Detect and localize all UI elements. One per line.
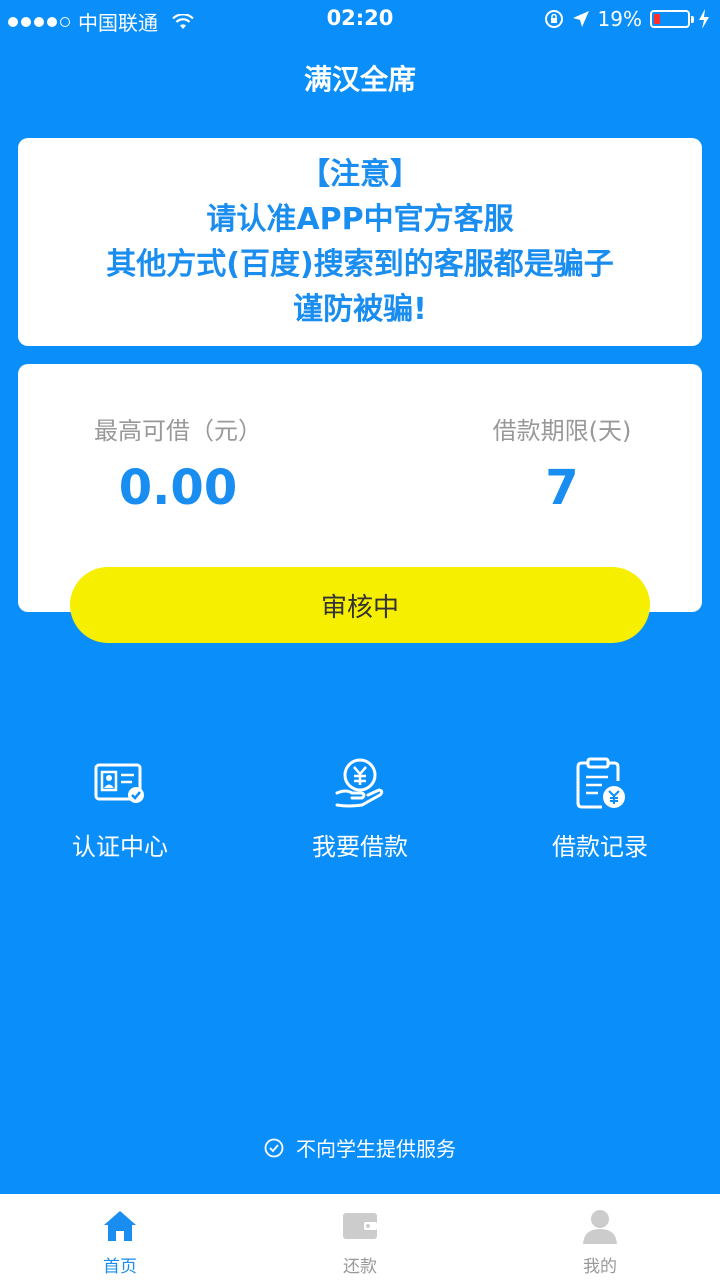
review-status-button[interactable]: 审核中 xyxy=(70,567,650,643)
clipboard-yen-icon xyxy=(576,757,625,809)
max-amount-value: 0.00 xyxy=(118,460,238,516)
notice-line: 谨防被骗! xyxy=(293,292,427,327)
student-disclaimer: 不向学生提供服务 xyxy=(0,1133,720,1162)
home-icon xyxy=(104,1211,136,1241)
status-right: 19% xyxy=(544,7,710,31)
coin-hand-icon xyxy=(335,758,384,808)
battery-percent: 19% xyxy=(597,7,642,31)
user-icon xyxy=(583,1210,617,1244)
tab-label: 首页 xyxy=(103,1257,137,1277)
loan-term-block: 借款期限(天) 7 xyxy=(402,414,720,516)
wallet-icon xyxy=(343,1213,377,1239)
borrow-shortcut[interactable]: 我要借款 xyxy=(260,755,460,862)
location-arrow-icon xyxy=(572,11,589,27)
loan-term-value: 7 xyxy=(545,460,579,516)
notice-line: 其他方式(百度)搜索到的客服都是骗子 xyxy=(106,247,614,282)
loan-term-label: 借款期限(天) xyxy=(492,417,632,445)
max-amount-block: 最高可借（元） 0.00 xyxy=(18,414,338,516)
disclaimer-text: 不向学生提供服务 xyxy=(296,1137,456,1161)
notice-heading: 【注意】 xyxy=(300,157,420,192)
orientation-lock-icon xyxy=(544,10,563,28)
tab-home[interactable]: 首页 xyxy=(0,1194,240,1280)
battery-level xyxy=(654,14,660,24)
tab-label: 我的 xyxy=(583,1257,617,1277)
max-amount-label: 最高可借（元） xyxy=(94,417,262,445)
battery-icon xyxy=(650,10,694,28)
feature-label: 我要借款 xyxy=(312,833,408,861)
id-card-icon xyxy=(94,763,144,803)
feature-label: 认证中心 xyxy=(72,833,168,861)
verification-center-shortcut[interactable]: 认证中心 xyxy=(20,755,220,862)
bottom-tab-bar: 首页 还款 我的 xyxy=(0,1194,720,1280)
charging-bolt-icon xyxy=(699,9,709,29)
tab-mine[interactable]: 我的 xyxy=(480,1194,720,1280)
check-circle-icon xyxy=(264,1138,284,1157)
notice-card: 【注意】 请认准APP中官方客服 其他方式(百度)搜索到的客服都是骗子 谨防被骗… xyxy=(18,138,702,346)
notice-line: 请认准APP中官方客服 xyxy=(206,202,514,237)
tab-label: 还款 xyxy=(343,1257,377,1277)
tab-repay[interactable]: 还款 xyxy=(240,1194,480,1280)
status-bar: 中国联通 02:20 19% xyxy=(0,0,720,38)
loan-records-shortcut[interactable]: 借款记录 xyxy=(500,755,700,862)
page-title: 满汉全席 xyxy=(303,63,416,96)
feature-label: 借款记录 xyxy=(552,833,648,861)
